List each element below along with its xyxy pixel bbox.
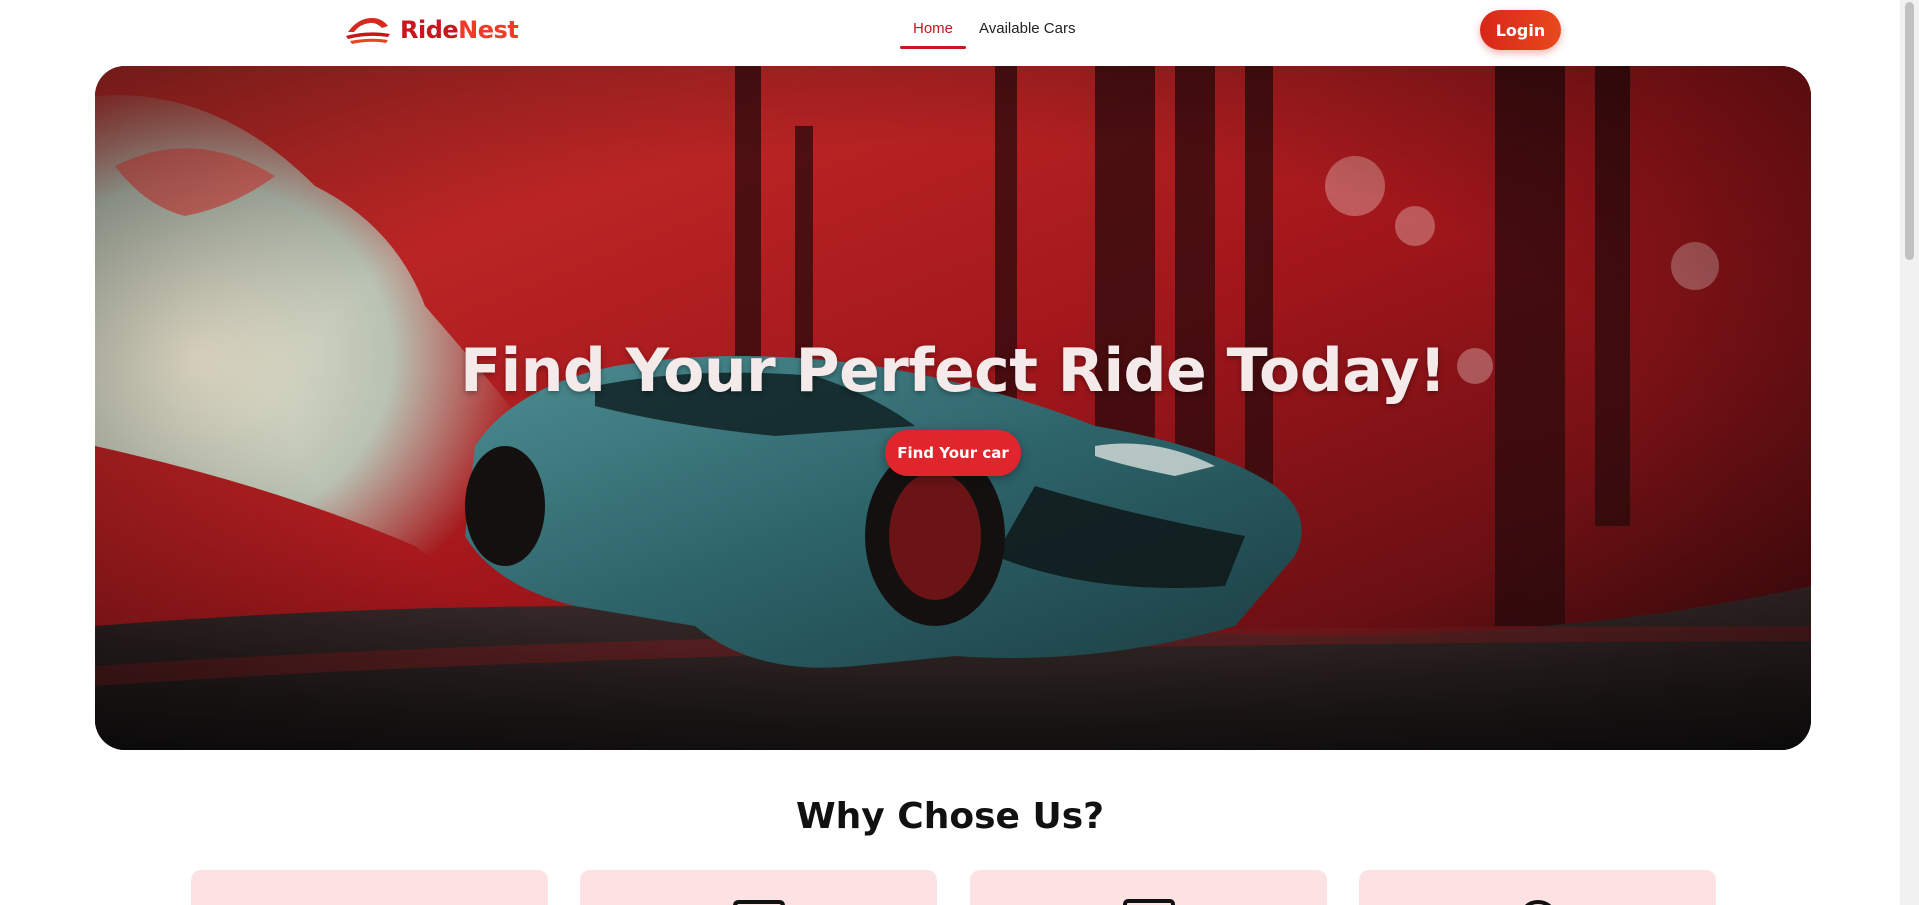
- scrollbar-thumb[interactable]: [1905, 2, 1914, 260]
- why-section-title: Why Chose Us?: [795, 796, 1105, 837]
- car-logo-icon: [346, 18, 390, 44]
- nav-item-home[interactable]: Home: [900, 18, 967, 49]
- brand-name: RideNest: [400, 16, 519, 44]
- search-icon: [1524, 900, 1551, 905]
- nav-item-available-cars[interactable]: Available Cars: [966, 18, 1088, 49]
- hero-title: Find Your Perfect Ride Today!: [460, 336, 1446, 406]
- hero-background-image: [95, 66, 1811, 750]
- feature-card-2: [580, 870, 937, 905]
- main-nav: Home Available Cars: [900, 18, 1088, 49]
- document-icon: [1122, 899, 1175, 905]
- feature-card-4: [1359, 870, 1716, 905]
- page-scrollbar[interactable]: [1900, 0, 1919, 905]
- find-your-car-button[interactable]: Find Your car: [885, 430, 1021, 476]
- brand-logo[interactable]: RideNest: [344, 12, 519, 48]
- feature-card-1: [191, 870, 548, 905]
- feature-card-3: [970, 870, 1327, 905]
- hero-banner: Find Your Perfect Ride Today! Find Your …: [95, 66, 1811, 750]
- car-icon: [732, 900, 785, 905]
- navbar: RideNest Home Available Cars Login: [0, 0, 1900, 66]
- login-button[interactable]: Login: [1480, 10, 1561, 50]
